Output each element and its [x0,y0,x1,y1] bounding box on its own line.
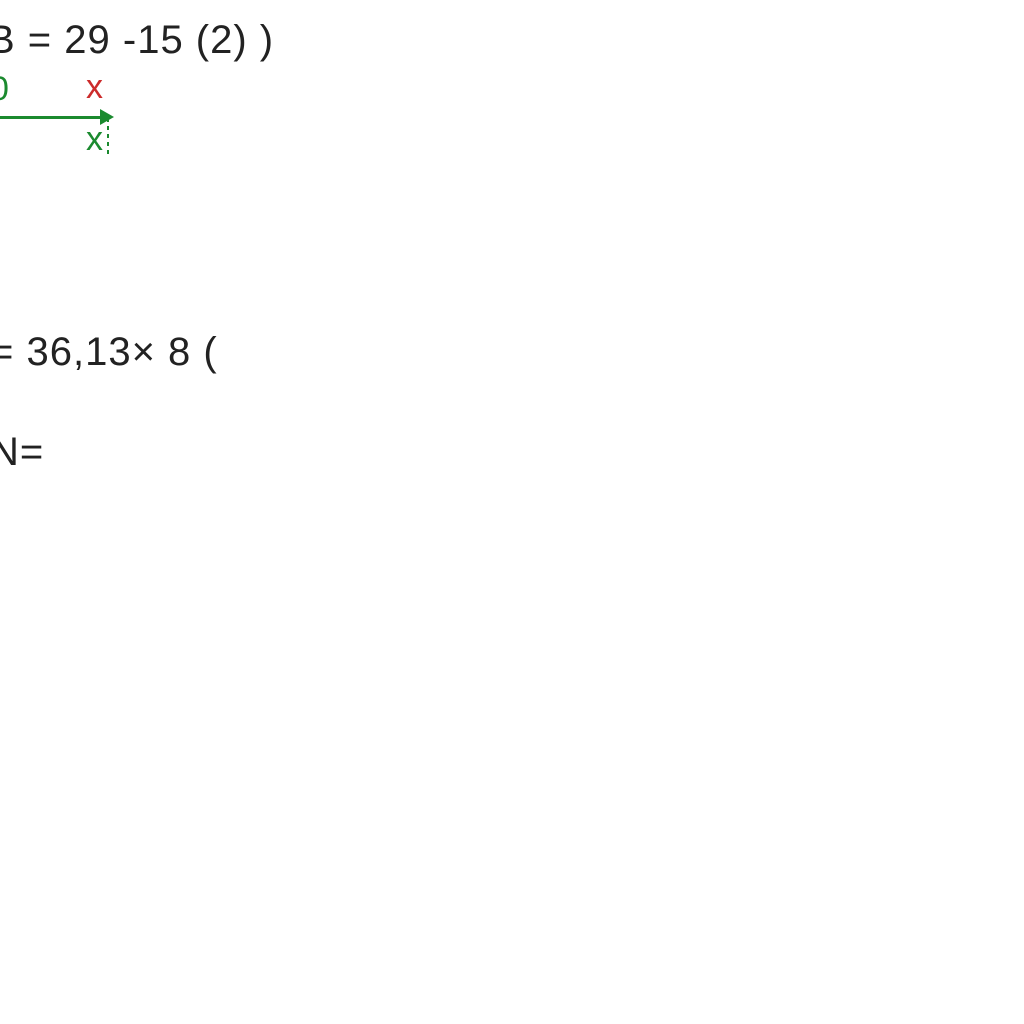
axis-dotted-guide [106,118,114,158]
axis-x-label-red: x [86,68,103,107]
equation-line-1: B = 29 -15 (2) ) [0,18,274,63]
equation-line-3: N= [0,430,44,475]
axis-origin-label: 0 [0,70,9,109]
axis-x-label-green: x [86,120,103,159]
equation-line-2: = 36,13× 8 ( [0,330,218,375]
x-axis-line [0,116,105,119]
